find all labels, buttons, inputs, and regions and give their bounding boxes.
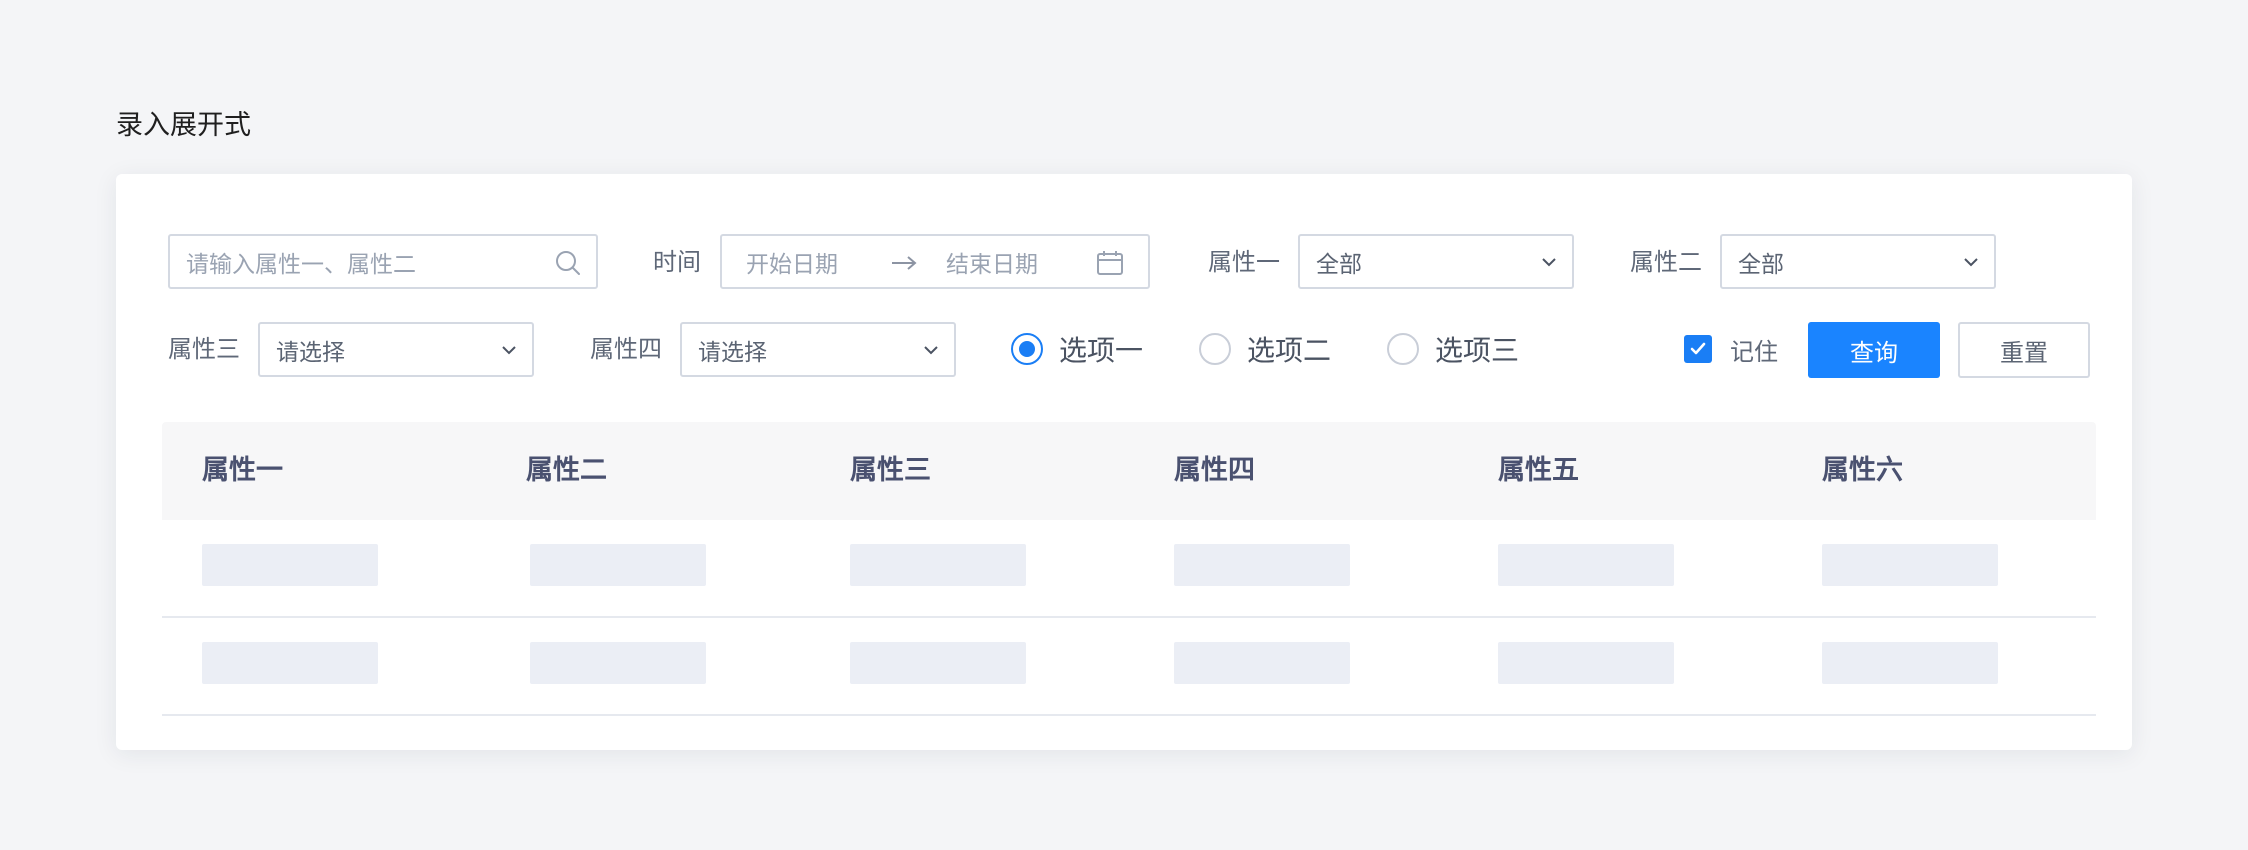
skeleton-cell	[1822, 544, 1998, 586]
skeleton-cell	[850, 544, 1026, 586]
radio-unchecked-icon	[1199, 333, 1231, 365]
radio-option-1[interactable]: 选项一	[1011, 322, 1143, 376]
radio-unchecked-icon	[1387, 333, 1419, 365]
skeleton-cell	[1174, 544, 1350, 586]
skeleton-cell	[1498, 642, 1674, 684]
query-button[interactable]: 查询	[1808, 322, 1940, 378]
attr4-placeholder: 请选择	[698, 339, 767, 366]
column-header: 属性二	[526, 455, 607, 486]
attr1-label: 属性一	[1208, 248, 1280, 276]
reset-button[interactable]: 重置	[1958, 322, 2090, 378]
table-header: 属性一 属性二 属性三 属性四 属性五 属性六	[162, 422, 2096, 520]
chevron-down-icon	[500, 344, 518, 356]
table-row[interactable]	[162, 520, 2096, 618]
radio-option-label: 选项二	[1247, 334, 1332, 367]
search-placeholder: 请输入属性一、属性二	[186, 251, 416, 278]
radio-option-label: 选项一	[1059, 334, 1144, 367]
radio-checked-icon	[1011, 333, 1043, 365]
calendar-icon[interactable]	[1096, 249, 1124, 277]
end-date-placeholder: 结束日期	[946, 251, 1038, 278]
table-row[interactable]	[162, 618, 2096, 716]
column-header: 属性六	[1822, 455, 1903, 486]
checkmark-icon	[1684, 335, 1712, 363]
attr1-value: 全部	[1316, 251, 1362, 278]
radio-option-label: 选项三	[1435, 334, 1520, 367]
skeleton-cell	[530, 544, 706, 586]
attr2-label: 属性二	[1630, 248, 1702, 276]
column-header: 属性一	[202, 455, 283, 486]
remember-label: 记住	[1730, 337, 1778, 366]
skeleton-cell	[1822, 642, 1998, 684]
attr3-label: 属性三	[168, 335, 240, 363]
time-label: 时间	[653, 248, 701, 276]
skeleton-cell	[530, 642, 706, 684]
column-header: 属性五	[1498, 455, 1579, 486]
radio-option-2[interactable]: 选项二	[1199, 322, 1331, 376]
attr3-select[interactable]: 请选择	[258, 322, 534, 377]
skeleton-cell	[202, 544, 378, 586]
column-header: 属性四	[1174, 455, 1255, 486]
radio-option-3[interactable]: 选项三	[1387, 322, 1519, 376]
data-table: 属性一 属性二 属性三 属性四 属性五 属性六	[162, 422, 2096, 716]
section-title: 录入展开式	[116, 110, 251, 141]
skeleton-cell	[1174, 642, 1350, 684]
filter-table-card: 请输入属性一、属性二 时间 开始日期 结束日期 属性一 全部 属性二 全部 属性…	[116, 174, 2132, 750]
skeleton-cell	[1498, 544, 1674, 586]
attr4-select[interactable]: 请选择	[680, 322, 956, 377]
start-date-placeholder: 开始日期	[746, 251, 838, 278]
attr2-select[interactable]: 全部	[1720, 234, 1996, 289]
attr1-select[interactable]: 全部	[1298, 234, 1574, 289]
attr2-value: 全部	[1738, 251, 1784, 278]
arrow-right-icon	[890, 249, 918, 277]
date-range-picker[interactable]: 开始日期 结束日期	[720, 234, 1150, 289]
remember-checkbox[interactable]: 记住	[1684, 322, 1778, 376]
chevron-down-icon	[922, 344, 940, 356]
attr4-label: 属性四	[590, 335, 662, 363]
attr3-placeholder: 请选择	[276, 339, 345, 366]
search-icon[interactable]	[554, 249, 582, 277]
chevron-down-icon	[1962, 256, 1980, 268]
skeleton-cell	[850, 642, 1026, 684]
skeleton-cell	[202, 642, 378, 684]
chevron-down-icon	[1540, 256, 1558, 268]
search-input[interactable]: 请输入属性一、属性二	[168, 234, 598, 289]
column-header: 属性三	[850, 455, 931, 486]
